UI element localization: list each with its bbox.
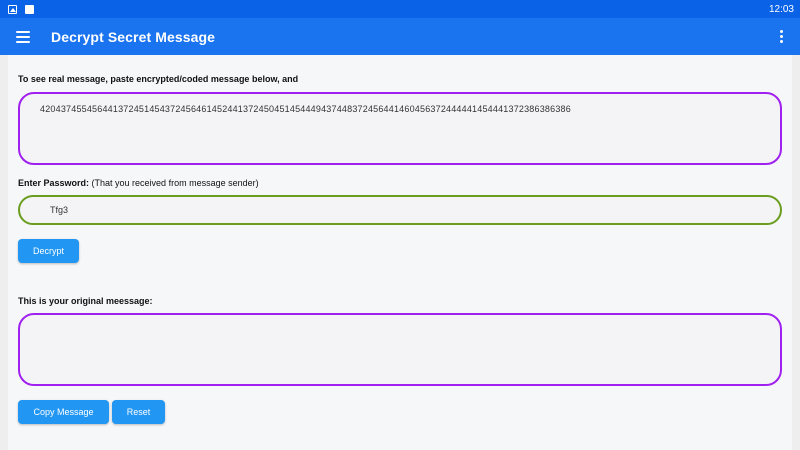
- original-message-output[interactable]: [18, 313, 782, 386]
- password-input[interactable]: Tfg3: [18, 195, 782, 225]
- encrypted-message-label: To see real message, paste encrypted/cod…: [18, 74, 299, 84]
- app-bar: Decrypt Secret Message: [0, 18, 800, 55]
- password-label-note: (That you received from message sender): [89, 178, 259, 188]
- password-label: Enter Password: (That you received from …: [18, 178, 259, 188]
- decrypt-button[interactable]: Decrypt: [18, 239, 79, 263]
- status-icons: [8, 4, 34, 14]
- main-content: To see real message, paste encrypted/cod…: [8, 55, 792, 450]
- status-bar: 12:03: [0, 0, 800, 18]
- reset-button[interactable]: Reset: [112, 400, 165, 424]
- password-label-bold: Enter Password:: [18, 178, 90, 188]
- status-time: 12:03: [768, 3, 794, 15]
- encrypted-message-input[interactable]: 4204374554564413724514543724564614524413…: [18, 92, 782, 165]
- hamburger-menu-icon[interactable]: [16, 30, 30, 43]
- more-vert-icon[interactable]: [780, 30, 783, 43]
- image-icon: [8, 4, 17, 14]
- copy-message-button[interactable]: Copy Message: [18, 400, 109, 424]
- a-icon: [25, 4, 34, 14]
- original-message-label: This is your original meessage:: [18, 296, 153, 306]
- app-title: Decrypt Secret Message: [51, 28, 216, 45]
